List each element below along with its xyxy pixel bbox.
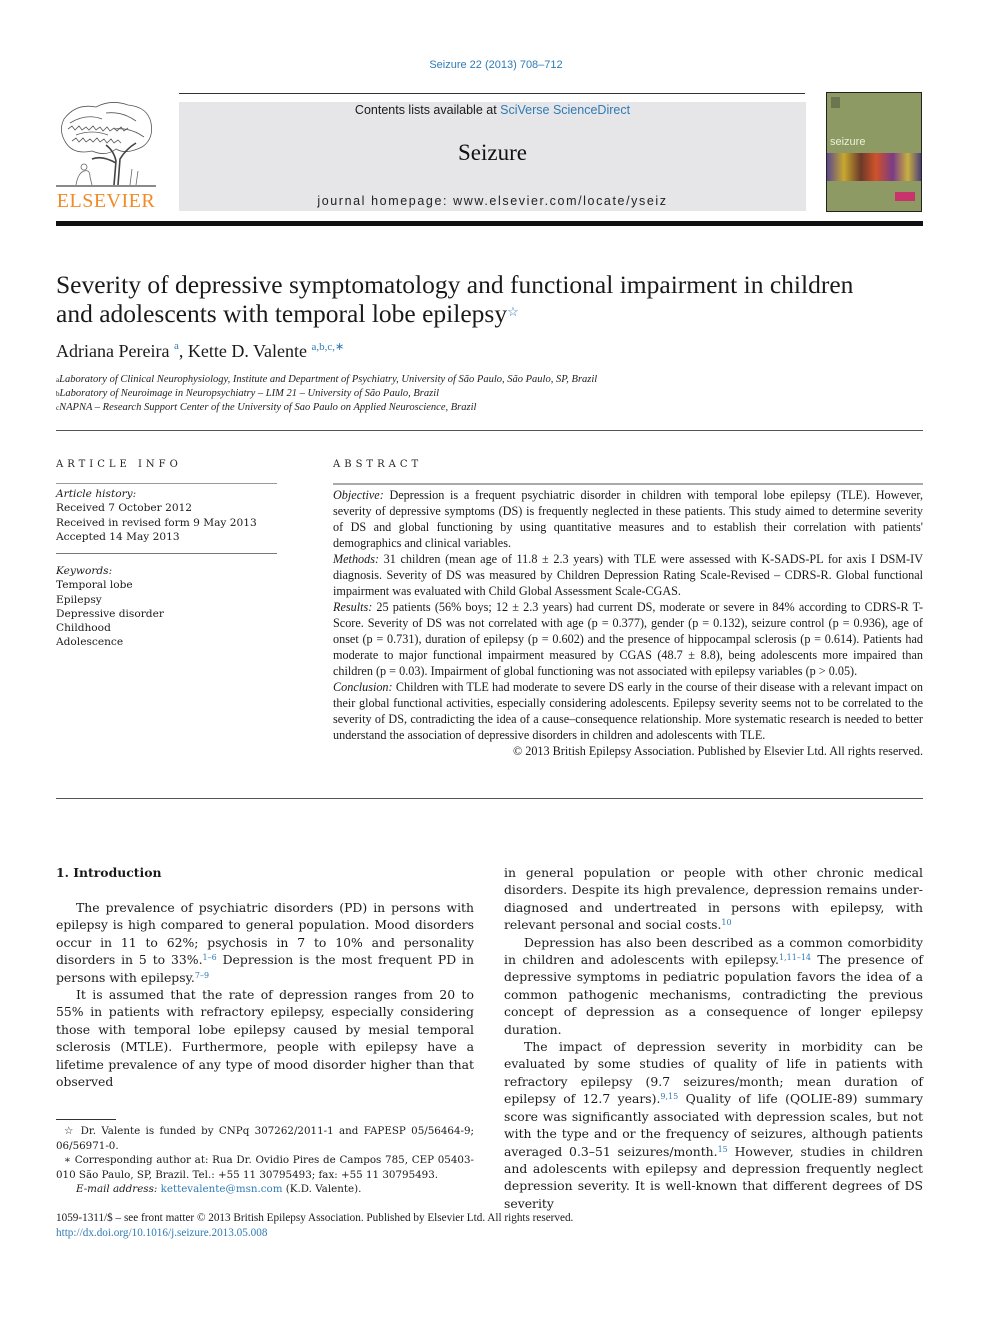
elsevier-tree-icon (56, 102, 156, 187)
abstract-results: Results: 25 patients (56% boys; 12 ± 2.3… (333, 599, 923, 679)
affiliation: cNAPNA – Research Support Center of the … (56, 401, 597, 415)
section-heading-introduction: 1. Introduction (56, 865, 162, 880)
affiliation-text: NAPNA – Research Support Center of the U… (59, 402, 477, 413)
abstract-body: Objective: Depression is a frequent psyc… (333, 487, 923, 759)
email-footnote: E-mail address: kettevalente@msn.com (K.… (56, 1182, 474, 1197)
body-paragraph: in general population or people with oth… (504, 864, 923, 934)
elsevier-wordmark: ELSEVIER (56, 190, 156, 212)
article-info-heading: ARTICLE INFO (56, 459, 182, 470)
citation-ref-link[interactable]: 10 (721, 918, 731, 927)
author-affiliation-marks[interactable]: a (174, 340, 179, 352)
email-label: E-mail address: (76, 1183, 158, 1195)
footnotes: ☆ Dr. Valente is funded by CNPq 307262/2… (56, 1124, 474, 1197)
abstract-section-label: Objective: (333, 488, 384, 502)
article-history-label: Article history: (56, 488, 137, 500)
author-list: Adriana Pereira a, Kette D. Valente a,b,… (56, 340, 344, 362)
body-paragraph: Depression has also been described as a … (504, 934, 923, 1038)
corresponding-text: Corresponding author at: Rua Dr. Ovidio … (56, 1154, 474, 1181)
abstract-section-label: Conclusion: (333, 680, 393, 694)
affiliation-text: Laboratory of Clinical Neurophysiology, … (59, 374, 598, 385)
keywords-rule (56, 553, 277, 554)
abstract-copyright: © 2013 British Epilepsy Association. Pub… (512, 744, 923, 758)
history-item: Received 7 October 2012 (56, 502, 193, 515)
abstract-section-label: Results: (333, 600, 373, 614)
citation-ref-link[interactable]: 7–9 (195, 971, 209, 980)
keyword: Temporal lobe (56, 579, 133, 592)
contents-available-line: Contents lists available at SciVerse Sci… (179, 103, 806, 117)
citation-ref-link[interactable]: 15 (718, 1145, 728, 1154)
footnote-rule (56, 1119, 116, 1120)
cover-title: seizure (830, 136, 866, 148)
front-matter-note: 1059-1311/$ – see front matter © 2013 Br… (56, 1212, 574, 1224)
abstract-heading: ABSTRACT (333, 459, 423, 470)
article-info-rule (56, 483, 277, 484)
journal-citation-link[interactable]: Seizure 22 (2013) 708–712 (0, 59, 992, 71)
title-footnote-star-icon[interactable]: ☆ (507, 304, 519, 319)
abstract-section-text: 31 children (mean age of 11.8 ± 2.3 year… (333, 552, 923, 598)
body-paragraph: The impact of depression severity in mor… (504, 1038, 923, 1212)
abstract-methods: Methods: 31 children (mean age of 11.8 ±… (333, 551, 923, 599)
title-block-rule (56, 430, 923, 431)
citation-ref-link[interactable]: 9,15 (660, 1092, 678, 1101)
body-paragraph: The prevalence of psychiatric disorders … (56, 899, 474, 986)
keyword: Childhood (56, 622, 111, 635)
abstract-section-label: Methods: (333, 552, 380, 566)
header-top-rule (179, 93, 805, 94)
corresponding-footnote: ∗ Corresponding author at: Rua Dr. Ovidi… (56, 1153, 474, 1182)
citation-ref-link[interactable]: 1–6 (203, 953, 217, 962)
abstract-section-text: Children with TLE had moderate to severe… (333, 680, 923, 742)
title-line-1: Severity of depressive symptomatology an… (56, 270, 854, 299)
author-name[interactable]: Adriana Pereira (56, 341, 169, 361)
affiliation: bLaboratory of Neuroimage in Neuropsychi… (56, 387, 597, 401)
sciencedirect-link[interactable]: SciVerse ScienceDirect (500, 103, 630, 117)
history-item: Received in revised form 9 May 2013 (56, 516, 257, 529)
funding-text: Dr. Valente is funded by CNPq 307262/201… (56, 1125, 474, 1152)
abstract-conclusion: Conclusion: Children with TLE had modera… (333, 679, 923, 743)
elsevier-logo[interactable]: ELSEVIER (54, 95, 158, 215)
keywords: Keywords: Temporal lobe Epilepsy Depress… (56, 564, 164, 650)
paragraph-text: in general population or people with oth… (504, 865, 923, 933)
doi-link[interactable]: http://dx.doi.org/10.1016/j.seizure.2013… (56, 1227, 267, 1239)
author-name[interactable]: Kette D. Valente (188, 341, 307, 361)
cover-publisher-logo-icon (831, 97, 840, 108)
abstract-section-text: 25 patients (56% boys; 12 ± 2.3 years) h… (333, 600, 923, 678)
keyword: Adolescence (56, 636, 124, 649)
author-separator: , (178, 341, 188, 361)
contents-prefix: Contents lists available at (354, 103, 501, 117)
keyword: Epilepsy (56, 593, 102, 606)
header-thick-rule (56, 221, 923, 226)
article-history: Article history: Received 7 October 2012… (56, 487, 257, 544)
funding-footnote: ☆ Dr. Valente is funded by CNPq 307262/2… (56, 1124, 474, 1153)
history-item: Accepted 14 May 2013 (56, 530, 180, 543)
cover-badge (895, 192, 915, 201)
cover-image-band (827, 153, 921, 181)
citation-ref-link[interactable]: 1,11–14 (779, 953, 811, 962)
journal-name: Seizure (458, 140, 527, 165)
keywords-label: Keywords: (56, 565, 113, 577)
body-left-column: The prevalence of psychiatric disorders … (56, 899, 474, 1090)
footnote-asterisk-icon: ∗ (64, 1154, 71, 1166)
affiliations: aLaboratory of Clinical Neurophysiology,… (56, 373, 597, 415)
abstract-rule (333, 483, 923, 485)
body-right-column: in general population or people with oth… (504, 864, 923, 1212)
journal-cover-thumbnail[interactable]: seizure (826, 92, 922, 212)
title-line-2: and adolescents with temporal lobe epile… (56, 299, 508, 328)
affiliation: aLaboratory of Clinical Neurophysiology,… (56, 373, 597, 387)
email-suffix: (K.D. Valente). (282, 1183, 362, 1195)
affiliation-text: Laboratory of Neuroimage in Neuropsychia… (59, 388, 440, 399)
keyword: Depressive disorder (56, 607, 164, 620)
body-paragraph: It is assumed that the rate of depressio… (56, 986, 474, 1090)
footnote-star-icon: ☆ (64, 1125, 76, 1137)
author-affiliation-marks[interactable]: a,b,c,∗ (311, 341, 344, 353)
abstract-bottom-rule (56, 798, 923, 799)
abstract-section-text: Depression is a frequent psychiatric dis… (333, 488, 923, 550)
journal-homepage[interactable]: journal homepage: www.elsevier.com/locat… (179, 194, 806, 208)
paragraph-text: It is assumed that the rate of depressio… (56, 987, 474, 1090)
article-title: Severity of depressive symptomatology an… (56, 270, 926, 328)
email-link[interactable]: kettevalente@msn.com (161, 1183, 283, 1195)
abstract-objective: Objective: Depression is a frequent psyc… (333, 487, 923, 551)
